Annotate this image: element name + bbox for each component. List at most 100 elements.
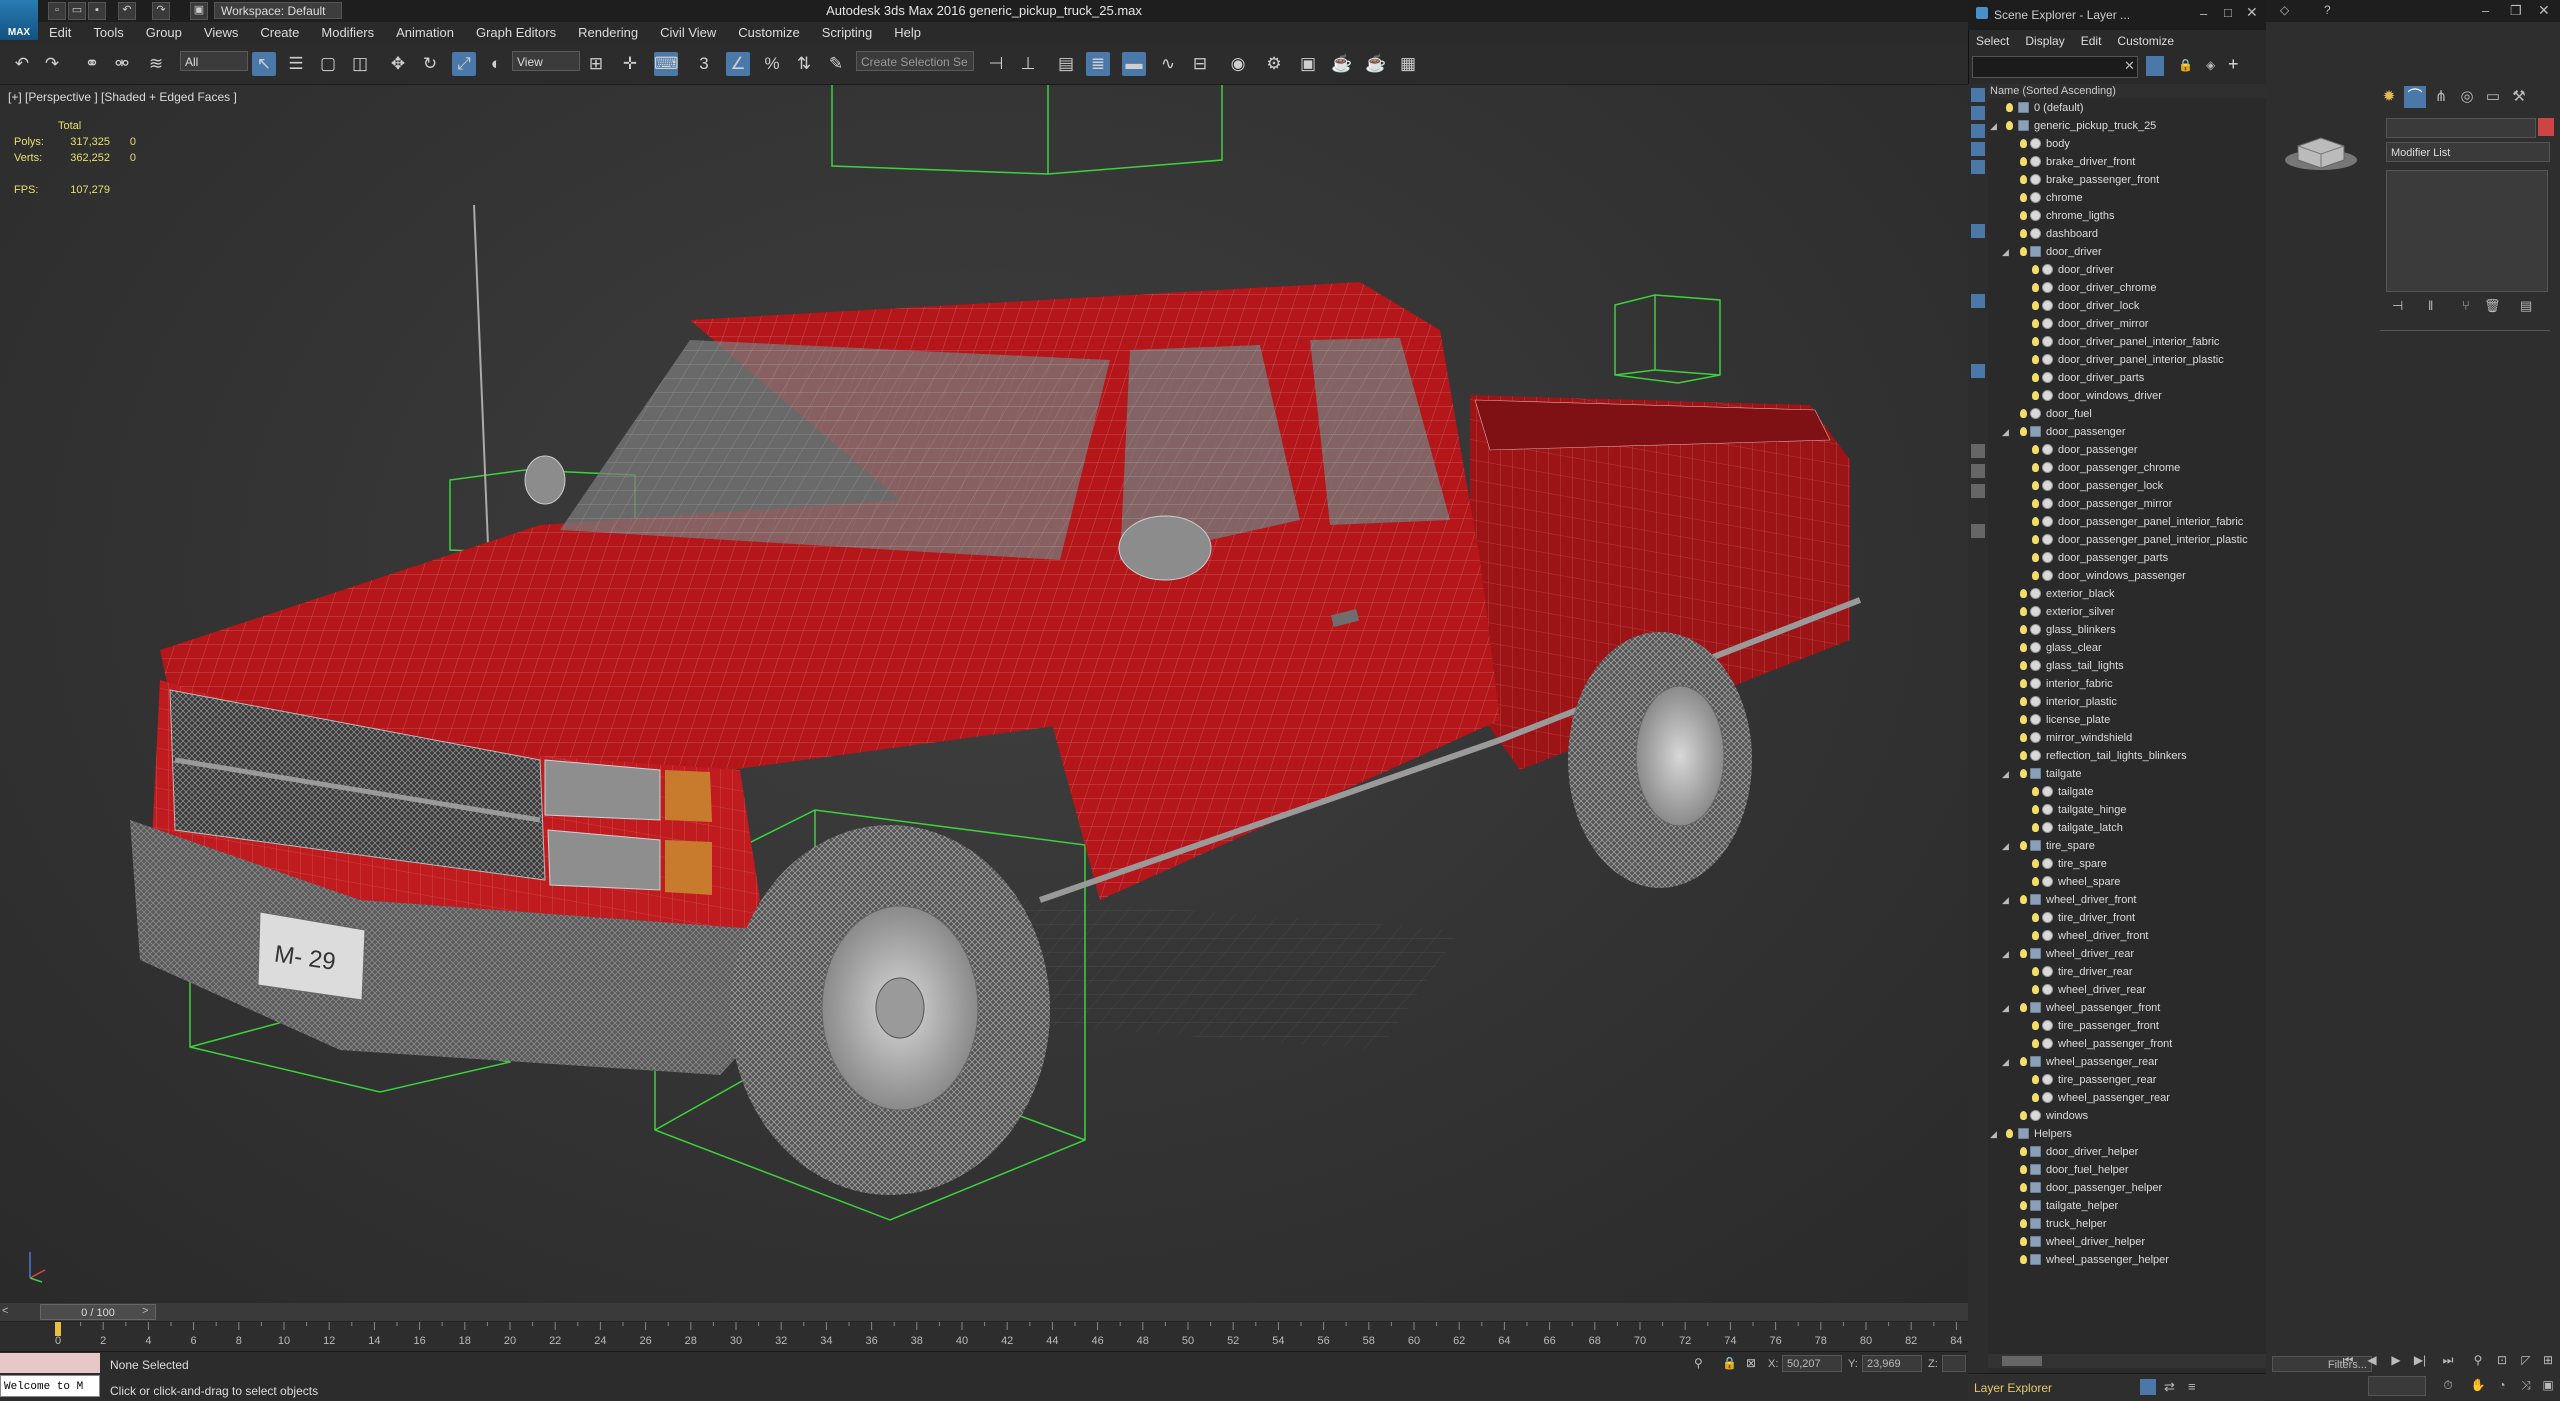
configure-modifier-sets-icon[interactable]: ▤ (2520, 298, 2532, 314)
tree-row[interactable]: door_driver_panel_interior_fabric (1988, 333, 2266, 351)
visibility-bulb-icon[interactable] (2020, 1147, 2027, 1156)
new-file-icon[interactable]: ▫ (48, 2, 66, 20)
object-name-field[interactable] (2386, 118, 2536, 138)
track-bar[interactable]: 0 2 4 6 8 10 12 14 16 18 20 22 24 26 28 30 32 34 36 38 40 42 4… (0, 1321, 1968, 1352)
visibility-bulb-icon[interactable] (2032, 985, 2039, 994)
filter-icon[interactable] (2146, 56, 2164, 76)
tree-row[interactable]: interior_plastic (1988, 693, 2266, 711)
tree-row[interactable]: body (1988, 135, 2266, 153)
modify-tab-icon[interactable]: ⌒ (2404, 86, 2426, 108)
visibility-bulb-icon[interactable] (2032, 265, 2039, 274)
visibility-bulb-icon[interactable] (2032, 535, 2039, 544)
tree-row[interactable]: door_driver_chrome (1988, 279, 2266, 297)
visibility-bulb-icon[interactable] (2020, 1003, 2027, 1012)
menu-help[interactable]: Help (883, 22, 932, 44)
expand-arrow-icon[interactable]: ◢ (1990, 117, 1997, 135)
visibility-bulb-icon[interactable] (2020, 589, 2027, 598)
visibility-bulb-icon[interactable] (2020, 715, 2027, 724)
tree-row[interactable]: door_driver_helper (1988, 1143, 2266, 1161)
tree-row[interactable]: tire_driver_front (1988, 909, 2266, 927)
tree-row[interactable]: chrome (1988, 189, 2266, 207)
visibility-bulb-icon[interactable] (2020, 247, 2027, 256)
bind-space-warp-icon[interactable]: ≋ (144, 52, 168, 76)
tree-row[interactable]: interior_fabric (1988, 675, 2266, 693)
edit-named-selection-icon[interactable]: ✎ (824, 52, 848, 76)
menu-group[interactable]: Group (135, 22, 193, 44)
tree-row[interactable]: ◢ wheel_passenger_front (1988, 999, 2266, 1017)
visibility-bulb-icon[interactable] (2020, 1219, 2027, 1228)
angle-snap-icon[interactable]: ∠ (726, 52, 750, 76)
play-icon[interactable]: ▶ (2388, 1353, 2404, 1367)
visibility-bulb-icon[interactable] (2032, 931, 2039, 940)
pin-stack-icon[interactable]: ⊣ (2392, 298, 2403, 314)
layer-explorer-mode-icon[interactable] (2140, 1379, 2156, 1395)
orbit-icon[interactable]: ◔ (2494, 1378, 2510, 1392)
tree-row[interactable]: reflection_tail_lights_blinkers (1988, 747, 2266, 765)
walk-through-icon[interactable]: ⤨ (2518, 1378, 2534, 1392)
menu-civil-view[interactable]: Civil View (649, 22, 727, 44)
tree-row[interactable]: tire_passenger_rear (1988, 1071, 2266, 1089)
perspective-viewport[interactable]: M- 29 (0, 85, 1968, 1303)
layer-options-icon[interactable]: ◈ (2206, 58, 2215, 72)
tree-row[interactable]: wheel_passenger_front (1988, 1035, 2266, 1053)
minimize-icon[interactable]: – (2200, 6, 2207, 21)
menu-edit[interactable]: Edit (38, 22, 82, 44)
expand-arrow-icon[interactable]: ◢ (2002, 243, 2009, 261)
expand-arrow-icon[interactable]: ◢ (2002, 1053, 2009, 1071)
save-file-icon[interactable]: ▪ (88, 2, 106, 20)
zoom-icon[interactable]: ⚲ (2470, 1353, 2486, 1367)
visibility-bulb-icon[interactable] (2020, 625, 2027, 634)
tree-row[interactable]: chrome_ligths (1988, 207, 2266, 225)
visibility-bulb-icon[interactable] (2032, 913, 2039, 922)
expand-arrow-icon[interactable]: ◢ (2002, 945, 2009, 963)
tree-row[interactable]: door_passenger_chrome (1988, 459, 2266, 477)
spinner-snap-icon[interactable]: ⇅ (792, 52, 816, 76)
tree-row[interactable]: door_windows_driver (1988, 387, 2266, 405)
select-object-icon[interactable]: ↖ (252, 52, 276, 76)
maxscript-listener-input[interactable]: Welcome to M (0, 1375, 100, 1397)
viewport-label[interactable]: [+] [Perspective ] [Shaded + Edged Faces… (8, 90, 237, 104)
tree-row[interactable]: tailgate_hinge (1988, 801, 2266, 819)
visibility-bulb-icon[interactable] (2020, 841, 2027, 850)
isolate-selection-icon[interactable]: ⚲ (1694, 1356, 1703, 1370)
visibility-bulb-icon[interactable] (2020, 751, 2027, 760)
tree-row[interactable]: door_passenger_lock (1988, 477, 2266, 495)
snaps-toggle-icon[interactable]: 3 (692, 52, 716, 76)
visibility-bulb-icon[interactable] (2032, 481, 2039, 490)
visibility-bulb-icon[interactable] (2020, 895, 2027, 904)
scene-explorer-titlebar[interactable]: Scene Explorer - Layer ... – □ ✕ (1968, 0, 2266, 30)
scrollbar-thumb[interactable] (2002, 1356, 2042, 1366)
field-of-view-icon[interactable]: ◸ (2518, 1353, 2534, 1367)
menu-scripting[interactable]: Scripting (811, 22, 884, 44)
tree-row[interactable]: door_driver_mirror (1988, 315, 2266, 333)
tree-row[interactable]: ◢ Helpers (1988, 1125, 2266, 1143)
zoom-extents-icon[interactable]: ⊡ (2494, 1353, 2510, 1367)
tree-row[interactable]: tailgate (1988, 783, 2266, 801)
viewcube[interactable] (2276, 120, 2366, 180)
tree-row[interactable]: brake_driver_front (1988, 153, 2266, 171)
tree-row[interactable]: door_driver (1988, 261, 2266, 279)
menu-tools[interactable]: Tools (82, 22, 134, 44)
scene-explorer-search-input[interactable] (1972, 56, 2138, 78)
visibility-bulb-icon[interactable] (2020, 1237, 2027, 1246)
visibility-bulb-icon[interactable] (2032, 283, 2039, 292)
visibility-bulb-icon[interactable] (2032, 1039, 2039, 1048)
menu-animation[interactable]: Animation (385, 22, 465, 44)
current-frame-marker[interactable] (55, 1322, 61, 1336)
visibility-bulb-icon[interactable] (2020, 409, 2027, 418)
go-to-start-icon[interactable]: ⏮ (2340, 1353, 2356, 1367)
visibility-bulb-icon[interactable] (2032, 877, 2039, 886)
tree-row[interactable]: door_windows_passenger (1988, 567, 2266, 585)
visibility-bulb-icon[interactable] (2032, 787, 2039, 796)
visibility-bulb-icon[interactable] (2020, 175, 2027, 184)
visibility-bulb-icon[interactable] (2020, 769, 2027, 778)
percent-snap-icon[interactable]: % (760, 52, 784, 76)
visibility-bulb-icon[interactable] (2032, 823, 2039, 832)
visibility-bulb-icon[interactable] (2032, 859, 2039, 868)
visibility-bulb-icon[interactable] (2032, 355, 2039, 364)
display-groups-icon[interactable] (1971, 294, 1985, 308)
expand-arrow-icon[interactable]: ◢ (2002, 999, 2009, 1017)
modifier-stack[interactable] (2386, 170, 2548, 292)
visibility-bulb-icon[interactable] (2032, 1093, 2039, 1102)
display-tab-icon[interactable]: ▭ (2482, 86, 2504, 108)
